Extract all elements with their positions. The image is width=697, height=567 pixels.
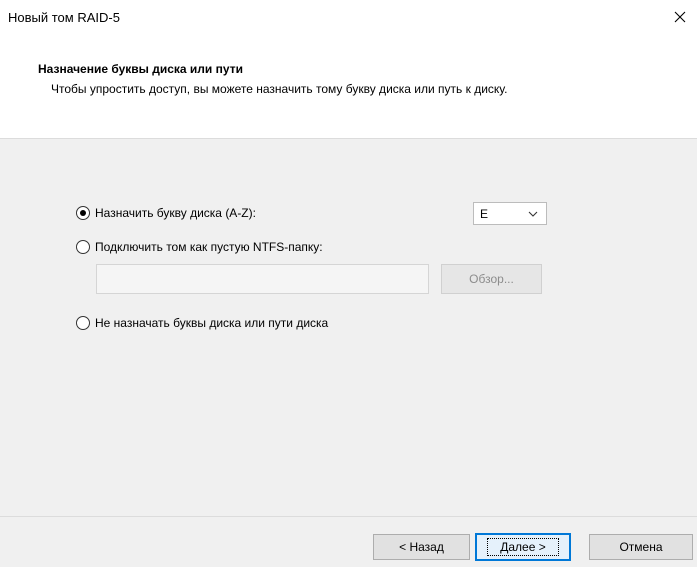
wizard-footer: < Назад Далее > Отмена xyxy=(0,517,697,567)
radio-dot xyxy=(80,210,86,216)
cancel-button[interactable]: Отмена xyxy=(589,534,693,560)
title-bar: Новый том RAID-5 xyxy=(0,0,697,32)
browse-button[interactable]: Обзор... xyxy=(441,264,542,294)
radio-no-letter-label: Не назначать буквы диска или пути диска xyxy=(95,316,329,330)
wizard-content: Назначить букву диска (A-Z): E Подключит… xyxy=(0,139,697,517)
close-icon xyxy=(674,11,686,23)
radio-mount-folder[interactable]: Подключить том как пустую NTFS-папку: xyxy=(76,240,323,254)
page-title: Назначение буквы диска или пути xyxy=(38,62,243,76)
folder-path-input[interactable] xyxy=(96,264,429,294)
radio-assign-letter[interactable]: Назначить букву диска (A-Z): xyxy=(76,206,256,220)
window-title: Новый том RAID-5 xyxy=(8,10,120,25)
next-button-label: Далее > xyxy=(487,538,559,556)
wizard-header: Назначение буквы диска или пути Чтобы уп… xyxy=(0,32,697,138)
chevron-down-icon xyxy=(528,211,538,217)
radio-circle xyxy=(76,206,90,220)
radio-circle xyxy=(76,240,90,254)
radio-circle xyxy=(76,316,90,330)
back-button[interactable]: < Назад xyxy=(373,534,470,560)
drive-letter-value: E xyxy=(480,206,489,221)
radio-assign-letter-label: Назначить букву диска (A-Z): xyxy=(95,206,256,220)
page-description: Чтобы упростить доступ, вы можете назнач… xyxy=(51,82,508,96)
radio-no-letter[interactable]: Не назначать буквы диска или пути диска xyxy=(76,316,328,330)
next-button[interactable]: Далее > xyxy=(475,533,571,561)
close-button[interactable] xyxy=(665,4,695,30)
radio-mount-folder-label: Подключить том как пустую NTFS-папку: xyxy=(95,240,323,254)
drive-letter-select[interactable]: E xyxy=(473,202,547,225)
